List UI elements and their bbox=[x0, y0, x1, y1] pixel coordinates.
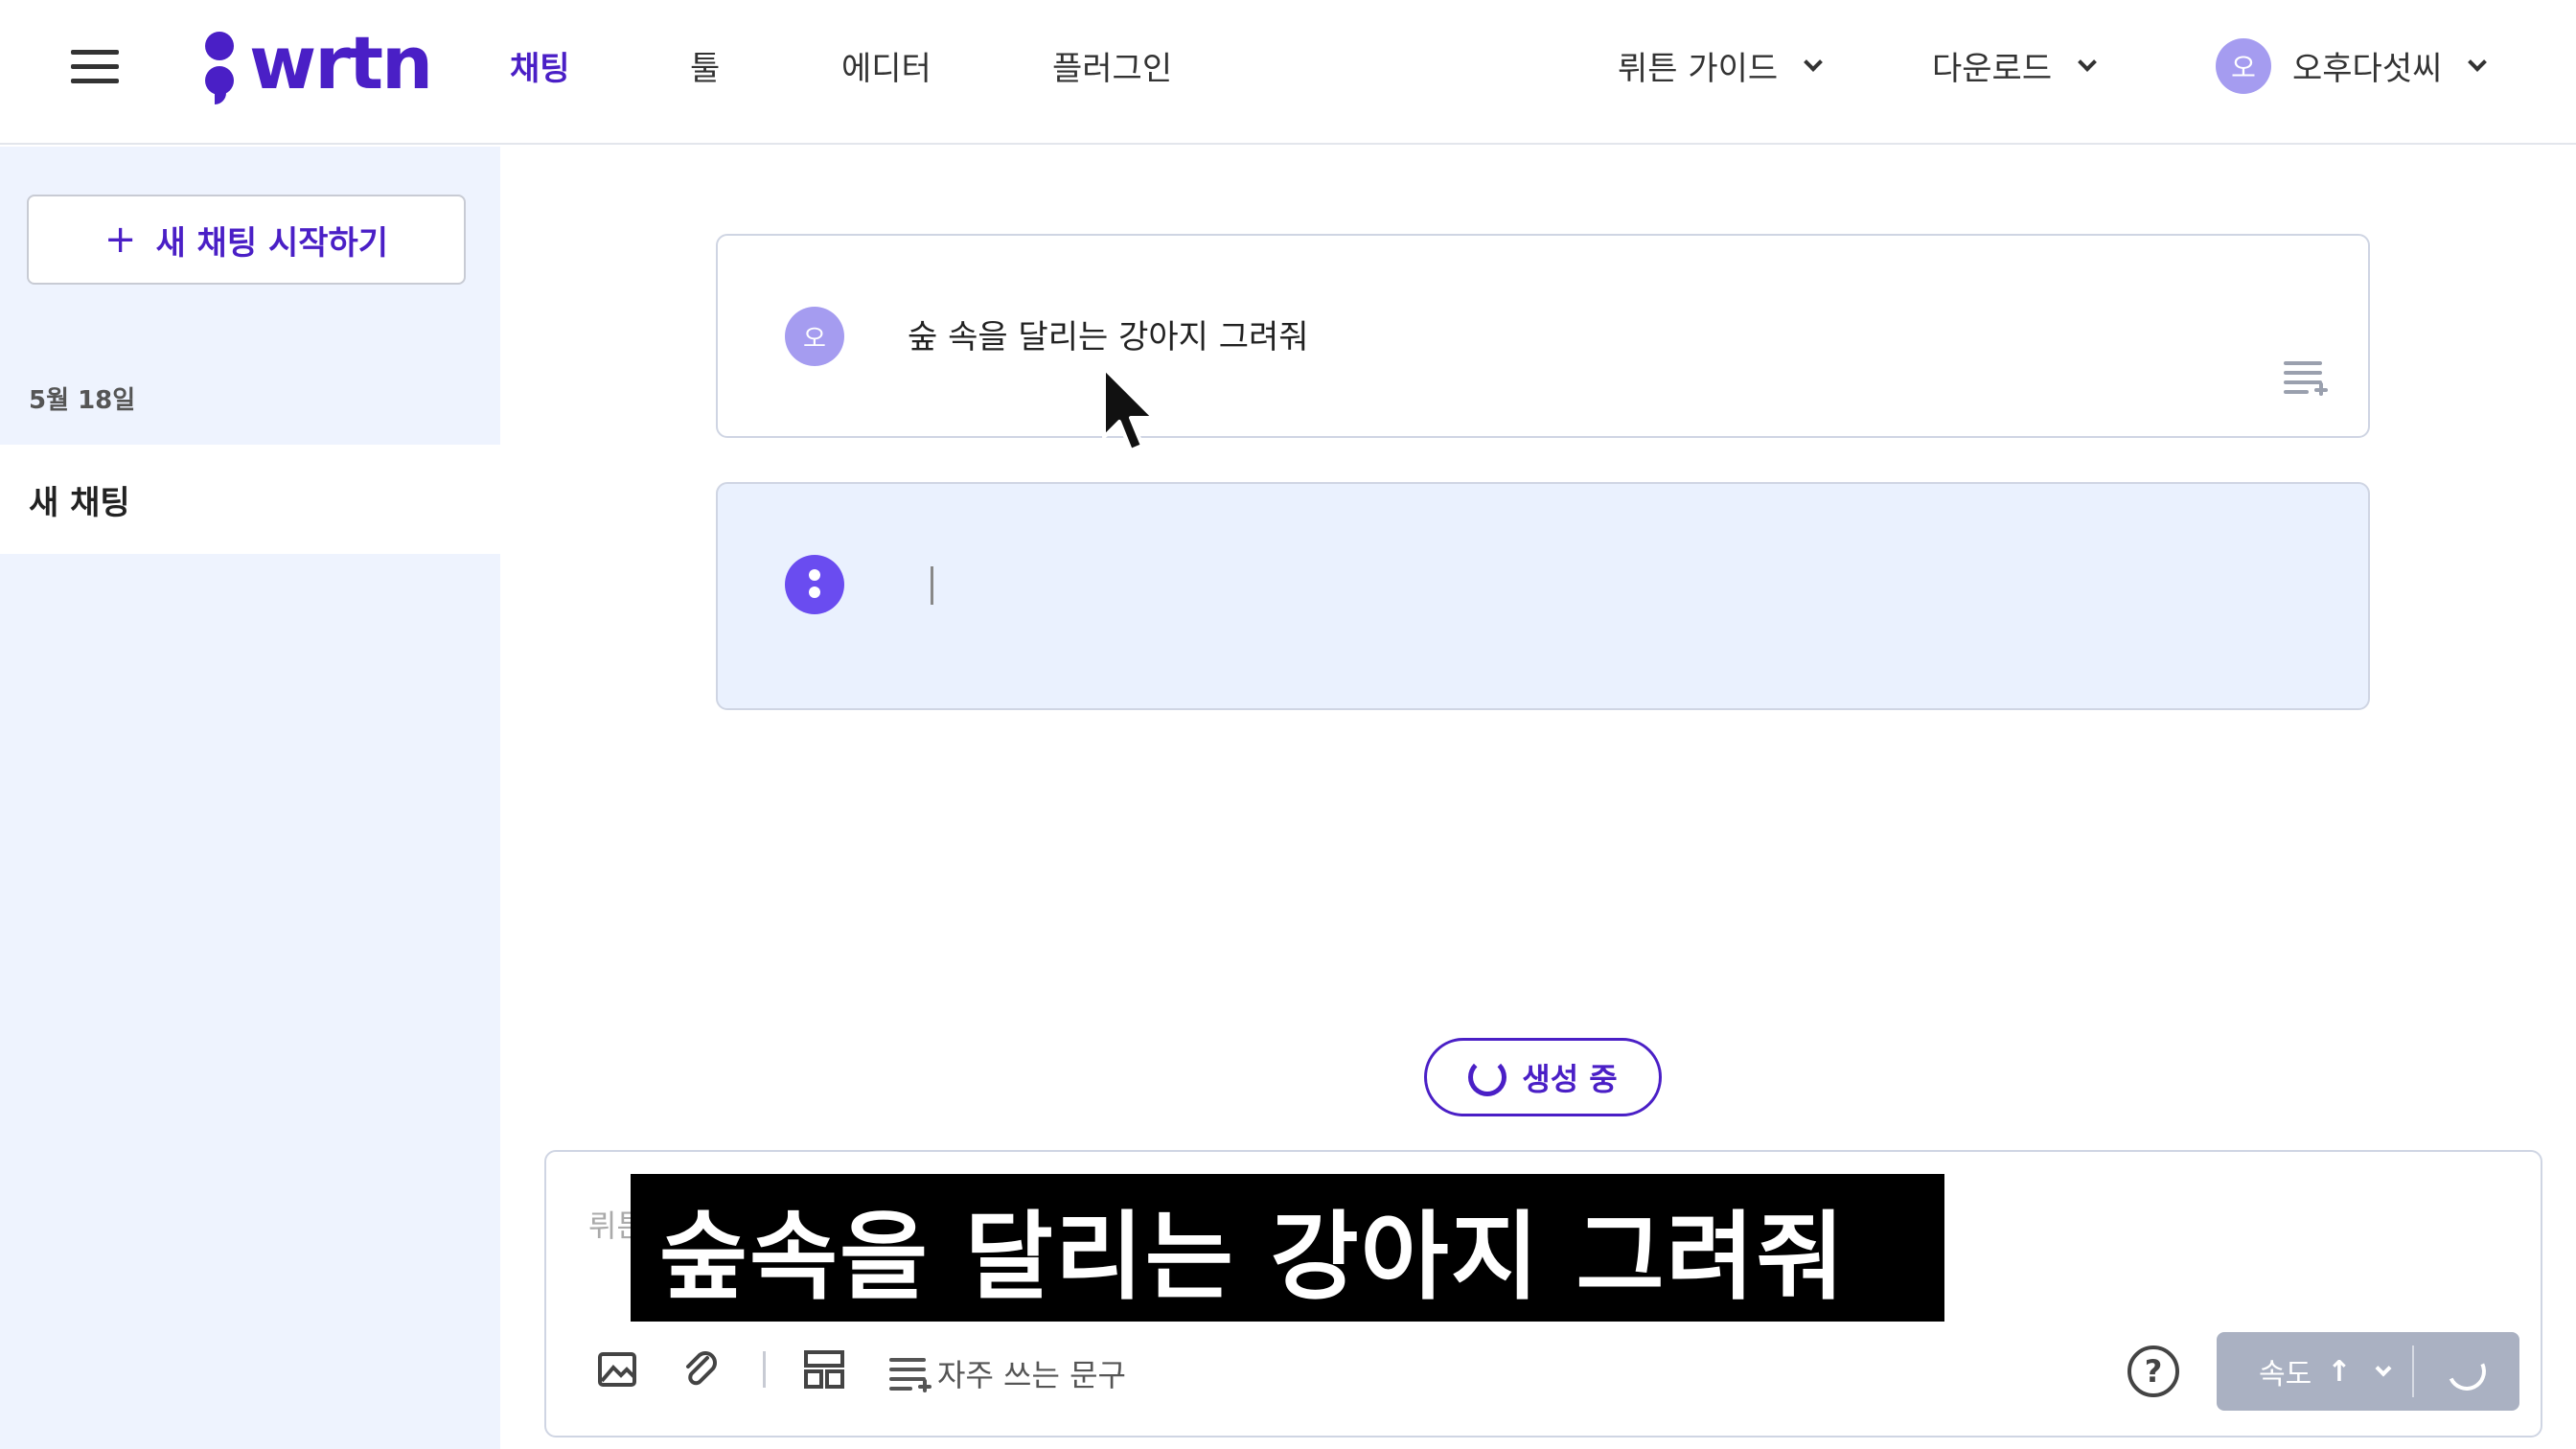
nav-editor[interactable]: 에디터 bbox=[841, 42, 932, 89]
spinner-icon bbox=[2442, 1346, 2492, 1396]
send-controls: 속도 ↑ bbox=[2217, 1332, 2519, 1411]
guide-dropdown[interactable]: 뤼튼 가이드 bbox=[1618, 42, 1824, 89]
download-dropdown[interactable]: 다운로드 bbox=[1932, 42, 2098, 89]
layout-icon[interactable] bbox=[801, 1346, 847, 1392]
spinner-icon bbox=[1468, 1058, 1507, 1096]
frequent-phrases-label: 자주 쓰는 문구 bbox=[937, 1357, 1126, 1393]
download-label: 다운로드 bbox=[1932, 50, 2053, 88]
assistant-avatar bbox=[785, 555, 844, 614]
menu-icon[interactable] bbox=[71, 50, 119, 88]
sidebar: + 새 채팅 시작하기 5월 18일 새 채팅 bbox=[0, 147, 500, 1449]
logo-mark bbox=[205, 28, 236, 104]
sidebar-item-chat[interactable]: 새 채팅 bbox=[0, 445, 500, 554]
speed-label: 속도 bbox=[2259, 1358, 2312, 1392]
chat-title: 새 채팅 bbox=[29, 483, 130, 522]
date-group-label: 5월 18일 bbox=[29, 386, 136, 415]
generating-status-button[interactable]: 생성 중 bbox=[1424, 1038, 1662, 1116]
chevron-down-icon bbox=[2078, 52, 2098, 72]
logo-text: wrtn bbox=[249, 20, 433, 105]
user-menu-dropdown[interactable]: 오후다섯씨 bbox=[2292, 42, 2488, 89]
user-message-text: 숲 속을 달리는 강아지 그려줘 bbox=[908, 318, 1309, 356]
add-phrase-icon bbox=[889, 1356, 932, 1392]
paperclip-icon[interactable] bbox=[678, 1346, 724, 1392]
add-phrase-icon[interactable] bbox=[2284, 359, 2328, 398]
speed-dropdown[interactable]: 속도 ↑ bbox=[2217, 1332, 2412, 1411]
toolbar-divider bbox=[763, 1351, 766, 1388]
help-icon[interactable]: ? bbox=[2128, 1346, 2179, 1397]
nav-plugin[interactable]: 플러그인 bbox=[1052, 42, 1172, 89]
generating-label: 생성 중 bbox=[1522, 1061, 1618, 1097]
mouse-pointer-icon bbox=[1100, 364, 1167, 460]
new-chat-label: 새 채팅 시작하기 bbox=[155, 223, 389, 263]
chevron-down-icon bbox=[1804, 52, 1824, 72]
typing-cursor bbox=[931, 566, 933, 605]
frequent-phrases-button[interactable]: 자주 쓰는 문구 bbox=[889, 1351, 1126, 1395]
wrtn-logo[interactable]: wrtn bbox=[205, 20, 433, 105]
image-icon[interactable] bbox=[594, 1346, 640, 1392]
user-message: 오 숲 속을 달리는 강아지 그려줘 bbox=[716, 234, 2370, 438]
user-avatar: 오 bbox=[785, 307, 844, 366]
chevron-down-icon bbox=[2468, 52, 2488, 72]
nav-chat[interactable]: 채팅 bbox=[510, 42, 570, 89]
send-button[interactable] bbox=[2414, 1332, 2519, 1411]
video-caption-overlay: 숲속을 달리는 강아지 그려줘 bbox=[631, 1174, 1944, 1322]
arrow-up-icon: ↑ bbox=[2327, 1354, 2352, 1389]
new-chat-button[interactable]: + 새 채팅 시작하기 bbox=[27, 195, 466, 285]
top-header: wrtn 채팅 툴 에디터 플러그인 뤼튼 가이드 다운로드 오 오후다섯씨 bbox=[0, 0, 2576, 145]
avatar[interactable]: 오 bbox=[2216, 38, 2271, 94]
nav-tools[interactable]: 툴 bbox=[690, 42, 720, 89]
user-name: 오후다섯씨 bbox=[2292, 50, 2443, 88]
plus-icon: + bbox=[104, 218, 137, 262]
chevron-down-icon bbox=[2375, 1360, 2392, 1377]
assistant-message bbox=[716, 482, 2370, 710]
guide-label: 뤼튼 가이드 bbox=[1618, 50, 1779, 88]
